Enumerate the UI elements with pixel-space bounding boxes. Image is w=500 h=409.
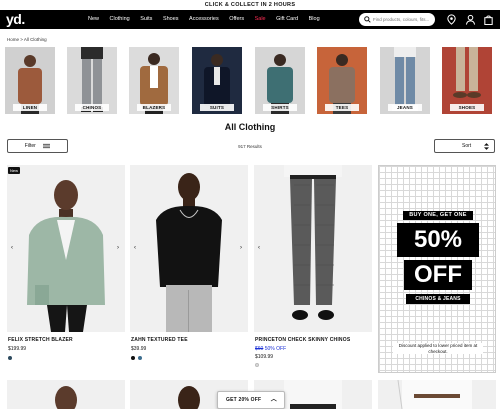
promo-offer-text: BUY ONE, GET ONE (403, 211, 473, 220)
color-swatch[interactable] (131, 356, 135, 360)
product-image (7, 380, 125, 409)
next-image-icon[interactable]: › (117, 245, 119, 251)
store-locator-icon[interactable] (446, 14, 457, 25)
product-image[interactable]: ‹ (254, 165, 372, 332)
prev-image-icon[interactable]: ‹ (134, 245, 136, 251)
sale-price-line: $60 50% OFF (255, 346, 286, 352)
category-label: JEANS (388, 104, 422, 111)
breadcrumb[interactable]: Home > All Clothing (7, 37, 47, 42)
promo-percent: 50% (397, 223, 479, 257)
prev-image-icon[interactable]: ‹ (258, 245, 260, 251)
category-tile-suits[interactable]: SUITS (192, 47, 242, 114)
color-swatch[interactable] (255, 363, 259, 367)
nav-link-accessories[interactable]: Accessories (189, 10, 219, 29)
search-box[interactable] (359, 13, 435, 26)
category-label: LINEN (13, 104, 47, 111)
product-image[interactable]: ‹ › (130, 165, 248, 332)
nav-link-blog[interactable]: Blog (309, 10, 320, 29)
nav-menu: New Clothing Suits Shoes Accessories Off… (88, 10, 330, 29)
category-label: SUITS (200, 104, 234, 111)
nav-link-new[interactable]: New (88, 10, 99, 29)
results-count: 917 Results (238, 144, 262, 149)
next-image-icon[interactable]: › (240, 245, 242, 251)
shopping-bag-icon[interactable] (483, 14, 494, 25)
nav-link-clothing[interactable]: Clothing (110, 10, 130, 29)
new-badge: New (8, 167, 21, 174)
nav-link-suits[interactable]: Suits (140, 10, 152, 29)
product-price: $39.99 (131, 346, 147, 352)
category-tile-blazers[interactable]: BLAZERS (129, 47, 179, 114)
category-label: SHOES (450, 104, 484, 111)
discount-label: GET 20% OFF (226, 397, 262, 403)
promo-card[interactable]: BUY ONE, GET ONE 50% OFF CHINOS & JEANS … (378, 165, 496, 373)
nav-link-shoes[interactable]: Shoes (163, 10, 179, 29)
category-strip: LINEN CHINOS BLAZERS SUITS SHIRTS TEES J… (5, 47, 495, 114)
sort-label: Sort (462, 143, 472, 149)
category-tile-jeans[interactable]: JEANS (380, 47, 430, 114)
product-card[interactable] (378, 380, 496, 409)
category-label: TEES (325, 104, 359, 111)
page-title: All Clothing (224, 122, 276, 132)
promo-category: CHINOS & JEANS (406, 294, 470, 304)
chevron-up-icon: ︿ (270, 397, 277, 403)
product-image (378, 380, 496, 409)
sale-label: 50% OFF (264, 346, 287, 352)
account-icon[interactable] (465, 14, 476, 25)
sort-arrows-icon (484, 143, 489, 150)
nav-link-offers[interactable]: Offers (229, 10, 244, 29)
get-discount-button[interactable]: GET 20% OFF ︿ (217, 391, 285, 409)
promo-banner: CLICK & COLLECT IN 2 HOURS (0, 0, 500, 10)
product-name[interactable]: PRINCETON CHECK SKINNY CHINOS (255, 337, 350, 343)
product-price: $199.99 (8, 346, 27, 352)
category-tile-linen[interactable]: LINEN (5, 47, 55, 114)
category-label: CHINOS (75, 104, 109, 111)
product-image[interactable]: New ‹ › (7, 165, 125, 332)
sort-dropdown[interactable]: Sort (434, 139, 495, 153)
product-card[interactable] (7, 380, 125, 409)
category-tile-tees[interactable]: TEES (317, 47, 367, 114)
promo-off: OFF (404, 260, 472, 290)
category-label: BLAZERS (137, 104, 171, 111)
promo-note: Discount applied to lower priced item at… (393, 343, 483, 354)
color-swatch[interactable] (138, 356, 142, 360)
search-icon (364, 16, 371, 23)
nav-link-sale[interactable]: Sale (255, 10, 266, 29)
product-price: $109.99 (255, 354, 274, 360)
color-swatch[interactable] (8, 356, 12, 360)
category-tile-chinos[interactable]: CHINOS (67, 47, 117, 114)
category-label: SHIRTS (263, 104, 297, 111)
nav-link-gift-card[interactable]: Gift Card (276, 10, 298, 29)
search-input[interactable] (373, 13, 433, 26)
product-name[interactable]: ZAHN TEXTURED TEE (131, 337, 188, 343)
prev-image-icon[interactable]: ‹ (11, 245, 13, 251)
category-tile-shoes[interactable]: SHOES (442, 47, 492, 114)
original-price: $60 (255, 346, 264, 352)
main-navbar: yd. New Clothing Suits Shoes Accessories… (0, 10, 500, 29)
site-logo[interactable]: yd. (6, 10, 25, 29)
product-name[interactable]: FELIX STRETCH BLAZER (8, 337, 73, 343)
category-tile-shirts[interactable]: SHIRTS (255, 47, 305, 114)
